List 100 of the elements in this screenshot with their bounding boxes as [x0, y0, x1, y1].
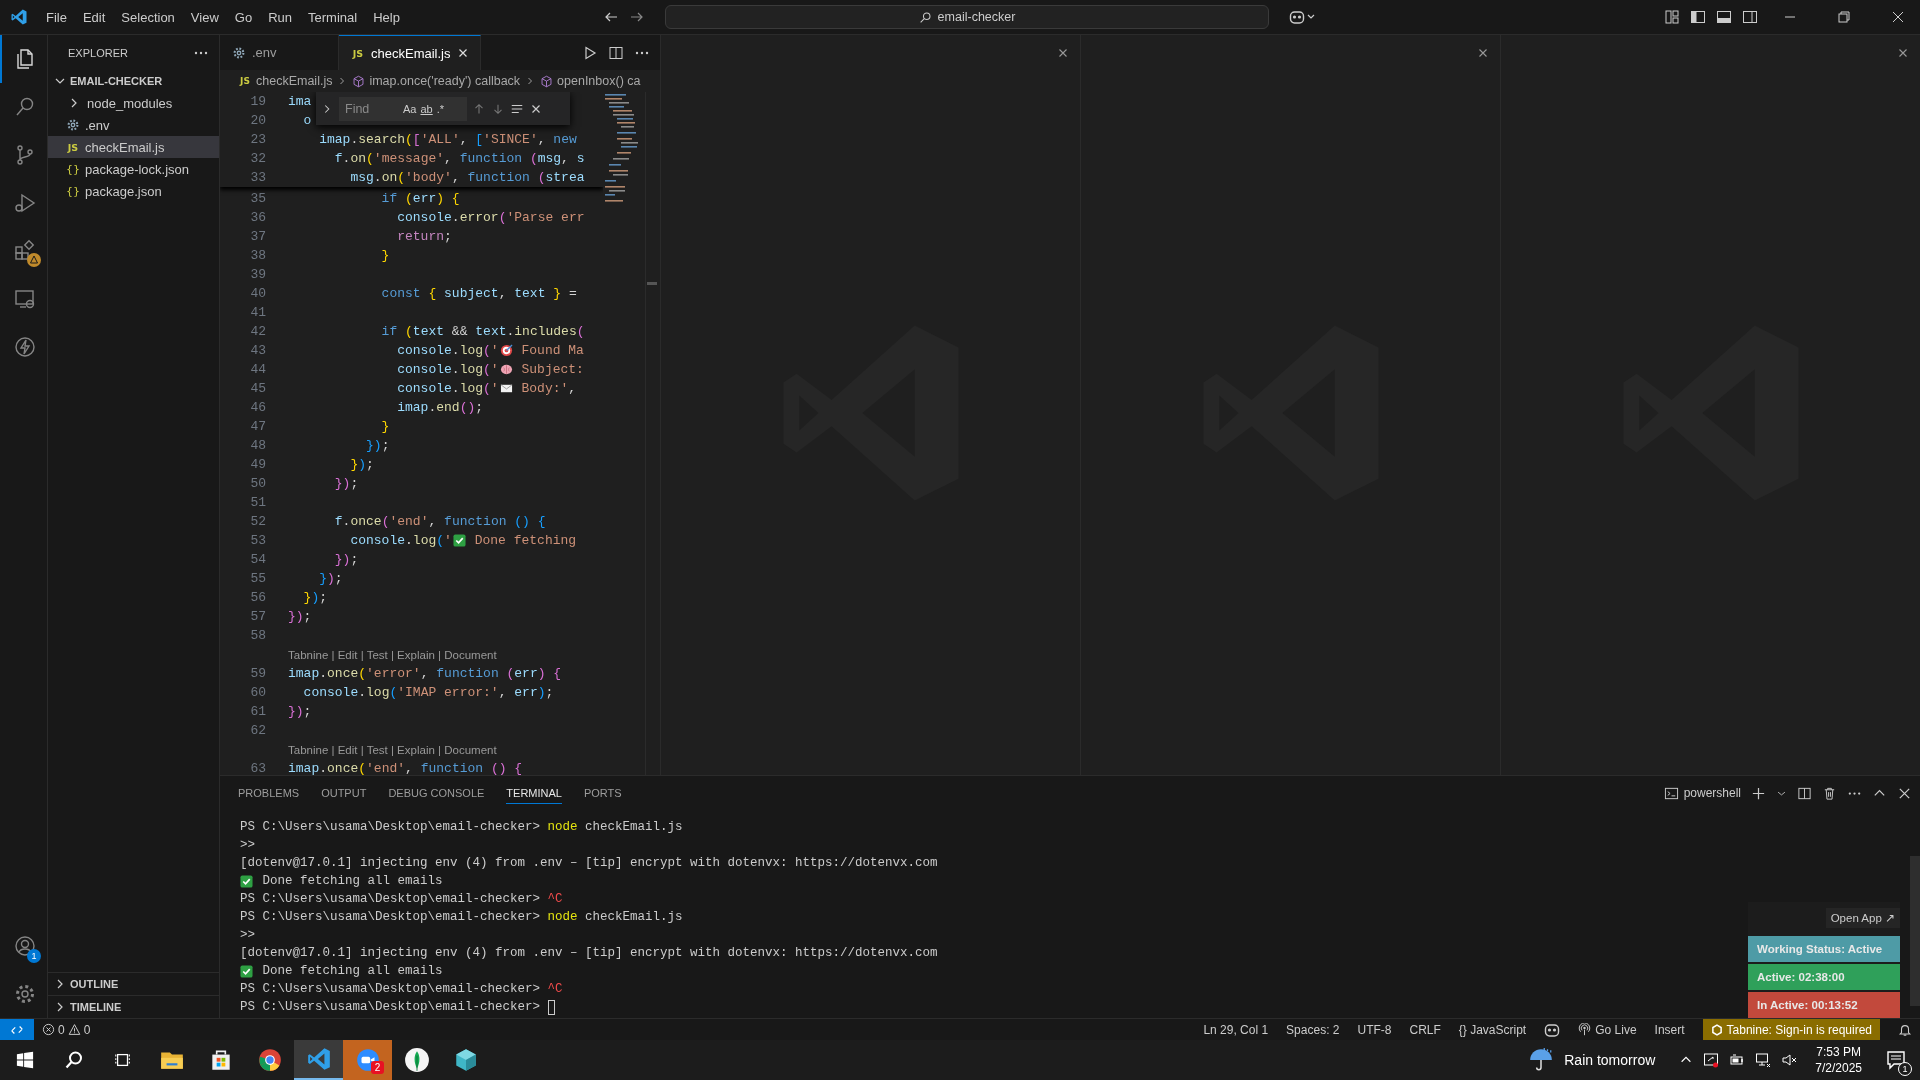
code-text: }); — [318, 571, 343, 586]
problems-indicator[interactable]: 0 0 — [34, 1019, 99, 1040]
code-text: }); — [333, 552, 359, 567]
editor-tab[interactable]: JS checkEmail.js — [339, 35, 482, 70]
sync-icon[interactable] — [1703, 1052, 1720, 1068]
panel-tab[interactable]: TERMINAL — [506, 782, 562, 804]
file-tree-item[interactable]: node_modules — [48, 92, 219, 114]
line-number: 20 — [249, 113, 267, 128]
menu-item[interactable]: Help — [365, 5, 408, 29]
find-option[interactable]: .* — [436, 102, 445, 115]
code-text: console.log('IMAP error:', err); — [302, 685, 554, 700]
panel-tab[interactable]: PROBLEMS — [238, 782, 300, 804]
menu-item[interactable]: Terminal — [300, 5, 366, 29]
status-item[interactable]: Insert — [1654, 1022, 1685, 1037]
code-text: f.once('end', function () { — [333, 514, 546, 529]
weather-text[interactable]: Rain tomorrow — [1564, 1052, 1656, 1068]
line-number: 51 — [249, 495, 267, 510]
code-lens[interactable]: Tabnine | Edit | Test | Explain | Document — [288, 648, 497, 661]
status-item[interactable]: {} JavaScript — [1458, 1022, 1527, 1037]
gear-icon — [66, 118, 80, 132]
code-lens[interactable]: Tabnine | Edit | Test | Explain | Document — [288, 743, 497, 756]
menu-item[interactable]: File — [38, 5, 75, 29]
code-text: ima — [288, 94, 312, 109]
network-icon[interactable] — [1755, 1052, 1772, 1068]
status-item[interactable]: UTF-8 — [1357, 1022, 1392, 1037]
trash-icon[interactable] — [1822, 785, 1837, 801]
line-number: 57 — [249, 609, 267, 624]
terminal-text: [dotenv@17.0.1] injecting env (4) from .env – [tip] encrypt with dotenvx: https://dotenvx.com — [240, 856, 938, 870]
activity-button[interactable]: 1 — [0, 922, 47, 970]
find-option[interactable]: Aa — [403, 102, 417, 115]
file-tree-item[interactable]: {} package-lock.json — [48, 158, 219, 180]
code-text: }); — [288, 609, 312, 624]
menu-item[interactable]: Selection — [113, 5, 183, 29]
split-editor-icon[interactable] — [608, 44, 624, 61]
section-header[interactable]: OUTLINE — [48, 972, 219, 995]
scrollbar-thumb[interactable] — [647, 282, 657, 285]
battery-icon[interactable] — [1729, 1052, 1746, 1068]
split-terminal-icon[interactable] — [1797, 785, 1812, 801]
menu-item[interactable]: View — [182, 5, 227, 29]
menu-item[interactable]: Edit — [74, 5, 114, 29]
plus-icon[interactable] — [1751, 785, 1766, 801]
breadcrumb-item[interactable]: checkEmail.js — [256, 74, 333, 88]
restore-icon[interactable] — [1836, 9, 1852, 25]
line-number: 19 — [249, 94, 267, 109]
terminal-text: Done fetching all emails — [261, 964, 443, 978]
folder-header[interactable]: EMAIL-CHECKER — [48, 70, 219, 92]
status-item[interactable]: CRLF — [1409, 1022, 1441, 1037]
breadcrumb-item[interactable]: imap.once('ready') callback — [369, 74, 521, 88]
code-text: }); — [302, 590, 328, 605]
close-icon[interactable] — [1890, 9, 1906, 25]
copilot-icon[interactable] — [1544, 1021, 1561, 1038]
bell-icon[interactable] — [1898, 1022, 1912, 1037]
sidebar-toggle-icon[interactable] — [1690, 9, 1706, 25]
panel-tab[interactable]: DEBUG CONSOLE — [388, 782, 485, 804]
line-number: 40 — [249, 286, 267, 301]
check-mark-icon — [240, 964, 253, 978]
secondary-sidebar-icon[interactable] — [1742, 9, 1758, 25]
open-app-button[interactable]: Open App ↗ — [1825, 908, 1900, 928]
terminal-text: PS C:\Users\usama\Desktop\email-checker> node checkEmail.js — [240, 820, 683, 834]
layout-icon[interactable] — [1664, 9, 1680, 25]
go-live-button[interactable]: Go Live — [1578, 1022, 1637, 1037]
status-banner: Working Status: Active — [1748, 936, 1900, 962]
terminal-text: >> — [240, 928, 255, 942]
line-number: 33 — [249, 170, 267, 185]
error-count: 0 — [58, 1022, 65, 1037]
tabnine-status-button[interactable]: Tabnine: Sign-in is required — [1702, 1019, 1880, 1040]
run-icon[interactable] — [582, 44, 598, 61]
task-view-icon — [113, 1051, 132, 1069]
app-logo-icon — [10, 8, 28, 26]
status-item[interactable]: Ln 29, Col 1 — [1203, 1022, 1269, 1037]
terminal-text: PS C:\Users\usama\Desktop\email-checker> ^C — [240, 892, 563, 906]
code-text: imap.end(); — [396, 400, 484, 415]
arrow-up-icon[interactable] — [472, 101, 486, 116]
code-text: }); — [333, 476, 359, 491]
file-tree-item[interactable]: JS checkEmail.js — [48, 136, 219, 158]
menu-item[interactable]: Run — [260, 5, 300, 29]
command-center-field[interactable]: email-checker — [665, 5, 1269, 29]
status-item[interactable]: Spaces: 2 — [1286, 1022, 1340, 1037]
clock-date: 7/2/2025 — [1815, 1060, 1862, 1076]
breadcrumb-item[interactable]: openInbox() ca — [557, 74, 641, 88]
file-tree-item[interactable]: {} package.json — [48, 180, 219, 202]
clock[interactable]: 7:53 PM 7/2/2025 — [1815, 1044, 1862, 1076]
find-option[interactable]: ab — [420, 102, 433, 115]
volume-muted-icon[interactable] — [1781, 1052, 1798, 1068]
file-tree-item[interactable]: .env — [48, 114, 219, 136]
menu-item[interactable]: Go — [226, 5, 261, 29]
terminal-selector[interactable]: powershell — [1663, 785, 1741, 801]
panel-tab[interactable]: OUTPUT — [321, 782, 367, 804]
panel-toggle-icon[interactable] — [1716, 9, 1732, 25]
taskbar-app[interactable]: 2 — [343, 1040, 392, 1080]
sidebar-title: EXPLORER — [68, 46, 128, 59]
file-type-icon: {} — [66, 162, 80, 176]
panel-tab[interactable]: PORTS — [583, 782, 622, 804]
find-input[interactable]: Find Aa ab .* — [339, 96, 467, 121]
cube-icon — [352, 74, 366, 88]
line-number: 45 — [249, 381, 267, 396]
line-number: 55 — [249, 571, 267, 586]
notification-center-icon[interactable] — [1886, 1050, 1906, 1070]
code-text: const { subject, text } = — [380, 286, 577, 301]
copilot-icon[interactable] — [1289, 9, 1317, 25]
